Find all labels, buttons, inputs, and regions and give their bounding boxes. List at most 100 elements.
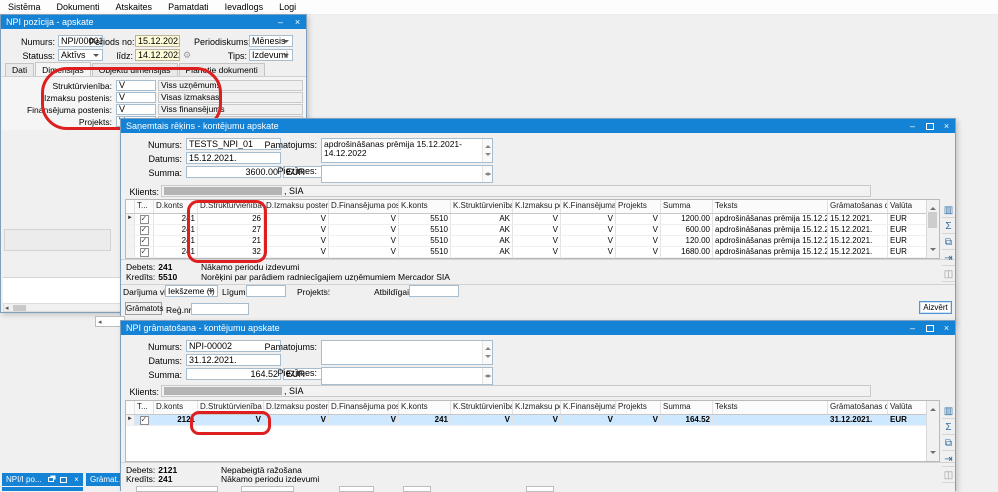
- column-header[interactable]: D.Struktūrvienība: [198, 401, 264, 414]
- datums-field[interactable]: 31.12.2021.: [186, 354, 281, 366]
- restore-icon[interactable]: [44, 473, 57, 486]
- menu-item[interactable]: Pamatdati: [160, 0, 217, 14]
- maximize-icon[interactable]: [921, 119, 938, 133]
- piezimes-textarea[interactable]: [321, 367, 493, 385]
- copy-icon[interactable]: ⧉: [942, 237, 955, 250]
- stamp-icon[interactable]: ◫: [942, 269, 955, 282]
- column-header[interactable]: Teksts: [713, 401, 828, 414]
- close-icon[interactable]: ×: [289, 15, 306, 29]
- column-header[interactable]: Valūta: [888, 200, 928, 213]
- menu-item[interactable]: Atskaites: [108, 0, 161, 14]
- column-header[interactable]: K.konts: [399, 401, 451, 414]
- column-header[interactable]: Teksts: [713, 200, 828, 213]
- column-header[interactable]: K.konts: [399, 200, 451, 213]
- column-header[interactable]: Valūta: [888, 401, 928, 414]
- export-icon[interactable]: ⇥: [942, 253, 955, 266]
- atbildigais-field[interactable]: [409, 285, 459, 297]
- column-header[interactable]: Summa: [661, 200, 713, 213]
- row-checkbox[interactable]: [140, 226, 149, 235]
- export-icon[interactable]: ⇥: [942, 454, 955, 467]
- tab[interactable]: Dati: [5, 63, 34, 76]
- gear-icon[interactable]: ⚙: [183, 50, 191, 60]
- scrollbar-thumb[interactable]: [13, 305, 26, 311]
- row-checkbox[interactable]: [140, 248, 149, 257]
- dimension-code-field[interactable]: V: [116, 92, 156, 103]
- maximize-icon[interactable]: [921, 321, 938, 335]
- column-header[interactable]: T...: [135, 401, 154, 414]
- aizvert-button[interactable]: Aizvērt: [919, 301, 952, 314]
- table-row[interactable]: 24121VV5510AKVVV120.00apdrošināšanas prē…: [126, 236, 939, 247]
- pamatojums-textarea[interactable]: [321, 340, 493, 365]
- datums-field[interactable]: 15.12.2021.: [186, 152, 281, 164]
- row-checkbox[interactable]: [140, 237, 149, 246]
- window-titlebar[interactable]: Saņemtais rēķins - kontējumu apskate – ×: [121, 119, 955, 133]
- table-row[interactable]: 24127VV5510AKVVV600.00apdrošināšanas prē…: [126, 225, 939, 236]
- dimension-code-field[interactable]: V: [116, 80, 156, 91]
- dimension-code-field[interactable]: V: [116, 104, 156, 115]
- window-titlebar[interactable]: NPI pozīcija - apskate – ×: [1, 15, 306, 29]
- piezimes-textarea[interactable]: [321, 165, 493, 183]
- close-icon[interactable]: ×: [938, 321, 955, 335]
- lidz-field[interactable]: 14.12.2022.: [135, 49, 180, 61]
- copy-icon[interactable]: ⧉: [942, 438, 955, 451]
- row-checkbox[interactable]: [140, 416, 149, 425]
- column-header[interactable]: K.Izmaksu post...: [513, 401, 561, 414]
- scrollbar-thumb[interactable]: [928, 212, 937, 228]
- scroll-left-icon[interactable]: ◂: [98, 318, 102, 326]
- columns-icon[interactable]: ▥: [942, 205, 955, 218]
- ligums-field[interactable]: [246, 285, 286, 297]
- column-header[interactable]: K.Finansējuma postenis: [561, 401, 616, 414]
- column-header[interactable]: K.Izmaksu post...: [513, 200, 561, 213]
- column-header[interactable]: T...: [135, 200, 154, 213]
- stamp-icon[interactable]: ◫: [942, 470, 955, 483]
- column-header[interactable]: D.konts: [154, 200, 198, 213]
- menu-item[interactable]: Logi: [271, 0, 304, 14]
- menu-item[interactable]: Sistēma: [0, 0, 49, 14]
- minimize-icon[interactable]: –: [904, 119, 921, 133]
- column-header[interactable]: D.Izmaksu postenis: [264, 401, 329, 414]
- periodiskums-dropdown[interactable]: Mēnesis: [249, 35, 293, 47]
- minimized-window-partial[interactable]: [2, 487, 83, 491]
- periods-no-field[interactable]: 15.12.2021.: [135, 35, 180, 47]
- minimized-window-npi[interactable]: NPI/I po... ×: [2, 473, 83, 486]
- table-row[interactable]: ►2121VVV241VVVV164.5231.12.2021.EUR: [126, 415, 939, 426]
- reg-nr-field[interactable]: [191, 303, 249, 315]
- maximize-icon[interactable]: [57, 473, 70, 486]
- menu-item[interactable]: Dokumenti: [49, 0, 108, 14]
- column-header[interactable]: D.Izmaksu postenis: [264, 200, 329, 213]
- column-header[interactable]: Summa: [661, 401, 713, 414]
- textarea-scrollbar[interactable]: [482, 341, 492, 364]
- table-row[interactable]: ►24126VV5510AKVVV1200.00apdrošināšanas p…: [126, 214, 939, 225]
- textarea-scrollbar[interactable]: [482, 368, 492, 384]
- tab[interactable]: Plānotie dokumenti: [179, 63, 265, 76]
- column-header[interactable]: [126, 401, 135, 414]
- minimize-icon[interactable]: –: [272, 15, 289, 29]
- tab[interactable]: Dimensijas: [35, 62, 91, 77]
- column-header[interactable]: K.Finansējuma postenis: [561, 200, 616, 213]
- column-header[interactable]: D.Struktūrvienība: [198, 200, 264, 213]
- window-titlebar[interactable]: NPI grāmatošana - kontējumu apskate – ×: [121, 321, 955, 335]
- darijuma-vieta-dropdown[interactable]: Iekšzeme (I): [165, 285, 218, 297]
- columns-icon[interactable]: ▥: [942, 406, 955, 419]
- sum-icon[interactable]: Σ: [942, 221, 955, 234]
- row-checkbox[interactable]: [140, 215, 149, 224]
- column-header[interactable]: K.Struktūrvienība: [451, 200, 513, 213]
- vertical-scrollbar[interactable]: [926, 401, 939, 461]
- tips-dropdown[interactable]: Izdevumi: [249, 49, 293, 61]
- tab[interactable]: Objektu dimensijas: [92, 63, 178, 76]
- pamatojums-textarea[interactable]: apdrošināšanas prēmija 15.12.2021-14.12.…: [321, 138, 493, 163]
- textarea-scrollbar[interactable]: [482, 139, 492, 162]
- column-header[interactable]: Grāmatošanas datums: [828, 200, 888, 213]
- textarea-scrollbar[interactable]: [482, 166, 492, 182]
- column-header[interactable]: Grāmatošanas datums: [828, 401, 888, 414]
- sum-icon[interactable]: Σ: [942, 422, 955, 435]
- close-icon[interactable]: ×: [938, 119, 955, 133]
- column-header[interactable]: K.Struktūrvienība: [451, 401, 513, 414]
- scroll-left-icon[interactable]: ◂: [5, 305, 9, 312]
- column-header[interactable]: [126, 200, 135, 213]
- column-header[interactable]: Projekts: [616, 401, 661, 414]
- column-header[interactable]: D.Finansējuma postenis: [329, 401, 399, 414]
- gramatots-button[interactable]: Grāmatots: [125, 302, 162, 315]
- column-header[interactable]: D.konts: [154, 401, 198, 414]
- menu-item[interactable]: Ievadlogs: [217, 0, 272, 14]
